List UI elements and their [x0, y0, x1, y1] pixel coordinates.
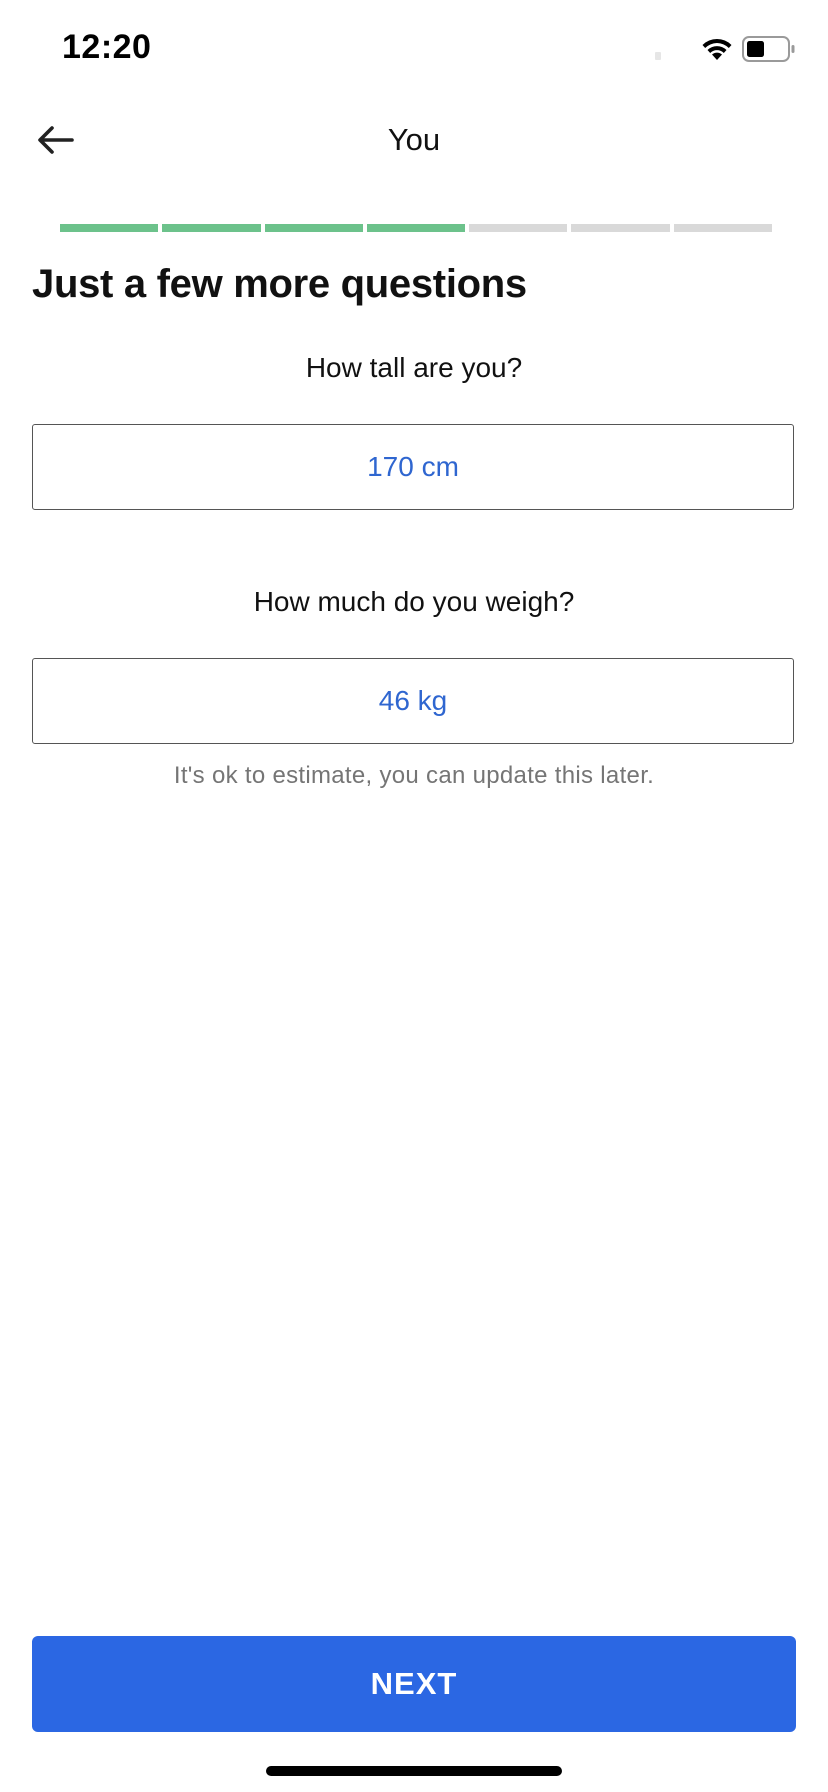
cellular-signal-icon — [655, 52, 661, 60]
status-bar: 12:20 — [0, 0, 828, 100]
home-indicator — [266, 1766, 562, 1776]
progress-segment — [366, 224, 466, 232]
status-time: 12:20 — [62, 28, 152, 66]
section-heading: Just a few more questions — [32, 262, 527, 306]
next-button[interactable]: NEXT — [32, 1636, 796, 1732]
progress-segment — [162, 224, 261, 232]
height-question: How tall are you? — [305, 352, 523, 383]
progress-segment — [673, 224, 772, 232]
page-title: You — [387, 122, 441, 157]
estimate-hint: It's ok to estimate, you can update this… — [173, 762, 655, 789]
progress-segment — [264, 224, 363, 232]
height-value: 170 cm — [367, 451, 459, 482]
weight-value: 46 kg — [378, 685, 448, 716]
progress-segment — [469, 224, 568, 232]
wifi-icon — [702, 38, 732, 60]
progress-bar — [60, 224, 772, 232]
battery-icon — [742, 36, 795, 62]
progress-segment — [571, 224, 670, 232]
nav-bar: You — [0, 100, 828, 182]
weight-input[interactable]: 46 kg — [32, 658, 794, 744]
progress-segment — [60, 224, 159, 232]
height-input[interactable]: 170 cm — [32, 424, 794, 510]
weight-question: How much do you weigh? — [253, 586, 575, 617]
